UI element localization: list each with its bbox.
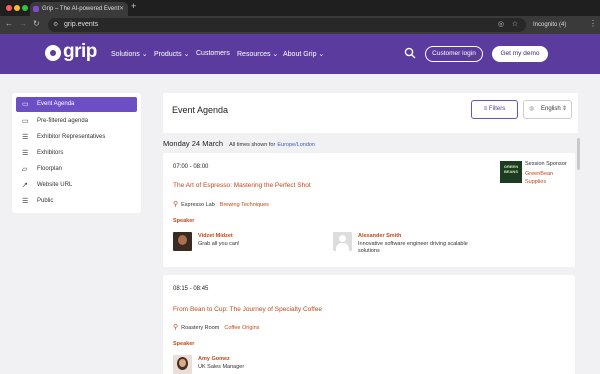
nav-customers[interactable]: Customers — [196, 50, 230, 57]
list-icon: ☰ — [22, 198, 29, 205]
external-link-icon: ↗ — [22, 182, 28, 189]
location-pin-icon: ⚲ — [173, 201, 179, 208]
favicon-icon — [33, 6, 39, 12]
session-card[interactable]: 08:15 - 08:45 From Bean to Cup: The Jour… — [163, 275, 575, 374]
logo-text: grip — [63, 41, 97, 62]
calendar-icon: ▭ — [22, 118, 29, 125]
globe-icon: ◍ — [529, 106, 535, 112]
session-tag[interactable]: Coffee Origins — [224, 325, 259, 331]
url-text: grip.events — [64, 21, 99, 28]
get-demo-button[interactable]: Get my demo — [492, 46, 548, 62]
sponsor-logo[interactable]: GREEN BEANS — [500, 161, 522, 183]
speaker-label: Speaker — [173, 341, 195, 347]
url-field[interactable]: ⚙ grip.events ◎ ☆ — [48, 18, 526, 32]
session-card[interactable]: 07:00 - 08:00 The Art of Espresso: Maste… — [163, 153, 575, 267]
logo-mark-icon — [45, 45, 61, 61]
scrollbar-thumb[interactable] — [577, 138, 580, 170]
sidebar-item-pre-filtered-agenda[interactable]: ▭ Pre-filtered agenda — [16, 114, 137, 129]
agenda-sidebar: ▭ Event Agenda ▭ Pre-filtered agenda ☰ E… — [12, 93, 141, 213]
avatar-placeholder-icon[interactable] — [333, 232, 352, 251]
sidebar-item-label: Floorplan — [37, 166, 63, 172]
speaker-description: Innovative software engineer driving sca… — [358, 241, 468, 254]
tab-title: Grip – The AI-powered Event — [42, 6, 120, 12]
list-icon: ☰ — [22, 134, 29, 141]
language-select[interactable]: ◍ English ⇕ — [523, 100, 572, 119]
nav-resources[interactable]: Resources ⌄ — [237, 50, 278, 58]
sidebar-item-label: Public — [37, 198, 54, 204]
new-tab-icon[interactable]: + — [131, 1, 136, 11]
bookmark-star-icon[interactable]: ☆ — [512, 18, 518, 32]
reload-icon[interactable]: ↻ — [33, 19, 40, 28]
sidebar-item-floorplan[interactable]: ▱ Floorplan — [16, 162, 137, 177]
sidebar-item-public[interactable]: ☰ Public — [16, 194, 137, 209]
speaker-name[interactable]: Amy Gomez — [198, 356, 230, 362]
sidebar-item-label: Pre-filtered agenda — [37, 118, 89, 124]
forward-icon[interactable]: → — [19, 19, 27, 28]
session-title[interactable]: The Art of Espresso: Mastering the Perfe… — [173, 182, 311, 189]
sidebar-item-exhibitors[interactable]: ☰ Exhibitors — [16, 146, 137, 161]
nav-products[interactable]: Products ⌄ — [154, 50, 189, 58]
page-title: Event Agenda — [172, 105, 229, 115]
search-icon[interactable] — [404, 47, 416, 59]
sidebar-item-website-url[interactable]: ↗ Website URL — [16, 178, 137, 193]
close-tab-icon[interactable]: ✕ — [119, 2, 124, 16]
day-heading: Monday 24 March All times shown for Euro… — [163, 139, 315, 148]
sidebar-item-label: Event Agenda — [37, 101, 75, 107]
sidebar-item-event-agenda[interactable]: ▭ Event Agenda — [16, 97, 137, 112]
browser-tab-bar: Grip – The AI-powered Event ✕ + — [0, 0, 600, 16]
session-location: ⚲ Roastery Room Coffee Origins — [173, 324, 260, 331]
filters-button[interactable]: ≡ Filters — [471, 100, 518, 119]
session-tag[interactable]: Brewing Techniques — [220, 202, 269, 208]
site-header: grip Solutions ⌄ Products ⌄ Customers Re… — [0, 34, 600, 74]
sidebar-item-exhibitor-representatives[interactable]: ☰ Exhibitor Representatives — [16, 130, 137, 145]
filter-icon: ≡ — [483, 106, 488, 112]
incognito-indicator[interactable]: Incognito (4) — [533, 19, 566, 31]
nav-solutions[interactable]: Solutions ⌄ — [111, 50, 148, 58]
map-icon: ▱ — [22, 166, 28, 173]
nav-about-grip[interactable]: About Grip ⌄ — [283, 50, 324, 58]
session-time: 07:00 - 08:00 — [173, 164, 209, 170]
customer-login-button[interactable]: Customer login — [425, 46, 483, 62]
speaker-description: UK Sales Manager — [198, 364, 245, 370]
agenda-header: Event Agenda ≡ Filters ◍ English ⇕ — [163, 93, 578, 133]
sponsor-name[interactable]: GreenBean Supplies — [525, 170, 565, 186]
browser-menu-icon[interactable]: ⋮ — [589, 19, 597, 28]
list-icon: ☰ — [22, 150, 29, 157]
location-pin-icon: ⚲ — [173, 324, 179, 331]
speaker-name[interactable]: Vidzet Midzet — [198, 233, 233, 239]
sidebar-item-label: Exhibitors — [37, 150, 64, 156]
session-title[interactable]: From Bean to Cup: The Journey of Special… — [173, 306, 322, 313]
speaker-label: Speaker — [173, 218, 195, 224]
site-info-icon[interactable]: ⚙ — [53, 18, 58, 32]
back-icon[interactable]: ← — [5, 19, 13, 28]
calendar-icon: ▭ — [22, 101, 29, 108]
minimize-window-icon[interactable] — [14, 5, 20, 11]
grip-logo[interactable]: grip — [45, 41, 99, 65]
timezone-link[interactable]: Europe/London — [277, 142, 315, 148]
close-window-icon[interactable] — [6, 5, 12, 11]
eye-off-icon[interactable]: ◎ — [498, 18, 504, 32]
sidebar-item-label: Website URL — [37, 182, 73, 188]
session-location: ⚲ Espresso Lab Brewing Techniques — [173, 201, 269, 208]
avatar[interactable] — [173, 232, 192, 251]
maximize-window-icon[interactable] — [22, 5, 28, 11]
session-time: 08:15 - 08:45 — [173, 286, 209, 292]
address-bar-row: ← → ↻ ⚙ grip.events ◎ ☆ Incognito (4) ⋮ — [0, 16, 600, 34]
browser-tab[interactable]: Grip – The AI-powered Event ✕ — [30, 2, 128, 16]
sponsor-label: Session Sponsor — [525, 161, 567, 167]
speaker-description: Grab all you can! — [198, 241, 240, 247]
avatar[interactable] — [173, 355, 192, 374]
sidebar-item-label: Exhibitor Representatives — [37, 134, 106, 140]
speaker-name[interactable]: Alexander Smith — [358, 233, 401, 239]
select-arrows-icon: ⇕ — [561, 106, 567, 112]
